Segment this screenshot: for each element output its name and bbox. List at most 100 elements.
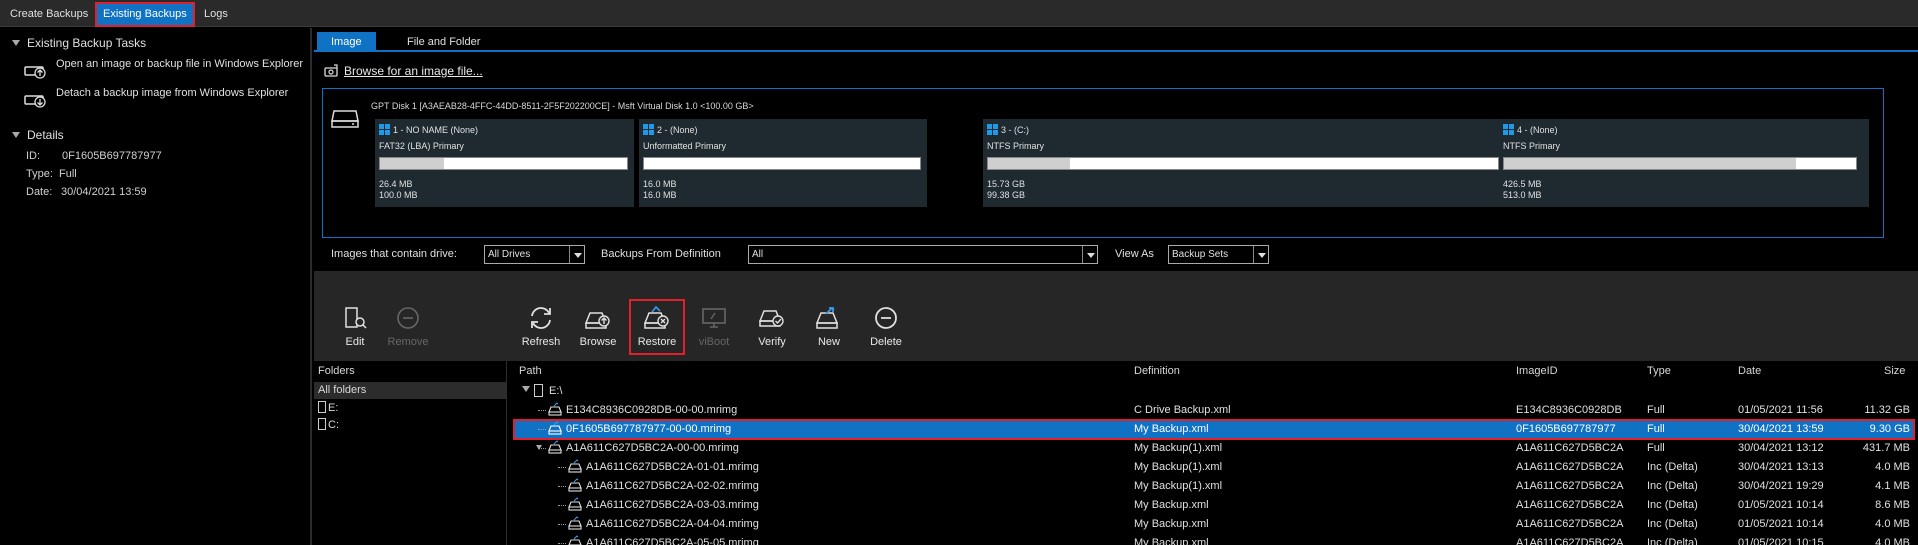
restore-icon xyxy=(644,305,669,329)
partition-2[interactable]: 2 - (None) Unformatted Primary 16.0 MB 1… xyxy=(639,119,927,207)
partition-4[interactable]: 4 - (None) NTFS Primary 426.5 MB 513.0 M… xyxy=(1499,119,1869,207)
chevron-down-icon[interactable] xyxy=(1253,246,1268,263)
new-label: New xyxy=(817,336,840,348)
row-path: A1A611C627D5BC2A-02-02.mrimg xyxy=(586,480,759,492)
open-image-task[interactable]: Open an image or backup file in Windows … xyxy=(24,57,314,83)
details-header-label: Details xyxy=(27,128,64,142)
definition-filter-value: All xyxy=(752,249,764,260)
col-date[interactable]: Date xyxy=(1738,365,1761,377)
row-type: Inc (Delta) xyxy=(1647,461,1698,473)
refresh-button[interactable]: Refresh xyxy=(515,301,567,353)
partition-name: 3 - (C:) xyxy=(1001,125,1029,135)
table-row[interactable]: 0F1605B697787977-00-00.mrimg My Backup.xm… xyxy=(513,419,1915,440)
restore-button[interactable]: Restore xyxy=(629,299,685,355)
definition-filter-select[interactable]: All xyxy=(748,245,1098,264)
tree-connector xyxy=(558,524,566,525)
chevron-down-icon[interactable] xyxy=(1082,246,1097,263)
folder-e[interactable]: E: xyxy=(318,401,338,414)
disk-panel: GPT Disk 1 [A3AEAB28-4FFC-44DD-8511-2F5F… xyxy=(322,88,1884,238)
tasks-section-header[interactable]: Existing Backup Tasks xyxy=(12,36,146,50)
tab-existing-backups[interactable]: Existing Backups xyxy=(95,2,195,27)
row-definition: My Backup.xml xyxy=(1134,423,1209,435)
details-section-header[interactable]: Details xyxy=(12,128,64,142)
col-type[interactable]: Type xyxy=(1647,365,1671,377)
table-row[interactable]: A1A611C627D5BC2A-00-00.mrimg My Backup(1)… xyxy=(514,439,1914,458)
collapse-icon[interactable] xyxy=(12,40,20,46)
col-path[interactable]: Path xyxy=(519,365,542,377)
usage-fill xyxy=(1504,158,1797,169)
tab-logs[interactable]: Logs xyxy=(198,4,234,25)
browse-button[interactable]: Browse xyxy=(572,301,624,353)
row-date: 01/05/2021 10:14 xyxy=(1738,518,1824,530)
new-button[interactable]: New xyxy=(803,301,855,353)
sub-tab-bar: Image File and Folder xyxy=(314,28,1918,52)
table-row[interactable]: A1A611C627D5BC2A-01-01.mrimg My Backup(1)… xyxy=(514,458,1914,477)
tree-connector xyxy=(538,410,546,411)
tab-file-and-folder[interactable]: File and Folder xyxy=(393,32,494,52)
detail-date: Date: 30/04/2021 13:59 xyxy=(26,186,147,198)
drive-filter-label: Images that contain drive: xyxy=(331,248,457,260)
row-path: 0F1605B697787977-00-00.mrimg xyxy=(566,423,732,435)
tree-connector xyxy=(538,429,546,430)
partition-used: 26.4 MB xyxy=(379,179,413,189)
tree-connector xyxy=(558,505,566,506)
browse-icon xyxy=(585,312,610,329)
col-imageid[interactable]: ImageID xyxy=(1516,365,1558,377)
usage-bar xyxy=(1503,157,1857,170)
tree-connector xyxy=(558,543,566,544)
row-type: Full xyxy=(1647,404,1665,416)
expand-icon[interactable] xyxy=(522,386,530,392)
col-size[interactable]: Size xyxy=(1884,365,1905,377)
row-path: A1A611C627D5BC2A-05-05.mrimg xyxy=(586,537,759,545)
hard-disk-icon xyxy=(331,110,359,128)
remove-button[interactable]: Remove xyxy=(382,301,434,353)
detail-key: Type: xyxy=(26,168,53,180)
partition-type: NTFS Primary xyxy=(987,141,1044,151)
delete-button[interactable]: Delete xyxy=(860,301,912,353)
row-path: A1A611C627D5BC2A-00-00.mrimg xyxy=(566,442,739,454)
row-date: 30/04/2021 19:29 xyxy=(1738,480,1824,492)
filter-bar: Images that contain drive: All Drives Ba… xyxy=(314,241,1918,271)
table-row[interactable]: A1A611C627D5BC2A-05-05.mrimg My Backup.xm… xyxy=(514,534,1914,545)
row-definition: My Backup(1).xml xyxy=(1134,480,1223,492)
chevron-down-icon[interactable] xyxy=(569,246,584,263)
table-row[interactable]: A1A611C627D5BC2A-04-04.mrimg My Backup.xm… xyxy=(514,515,1914,534)
image-file-icon xyxy=(568,459,582,473)
tasks-header-label: Existing Backup Tasks xyxy=(27,36,147,50)
viboot-icon xyxy=(702,308,726,328)
folder-label: E: xyxy=(328,402,339,414)
drive-filter-select[interactable]: All Drives xyxy=(484,245,585,264)
folder-c[interactable]: C: xyxy=(318,418,339,431)
partition-1[interactable]: 1 - NO NAME (None) FAT32 (LBA) Primary 2… xyxy=(375,119,634,207)
folder-all[interactable]: All folders xyxy=(314,382,507,399)
tab-image[interactable]: Image xyxy=(317,32,376,52)
viboot-button[interactable]: viBoot xyxy=(688,301,740,353)
tab-create-backups[interactable]: Create Backups xyxy=(4,4,94,25)
row-date: 30/04/2021 13:12 xyxy=(1738,442,1824,454)
edit-icon xyxy=(345,307,367,329)
table-row[interactable]: E134C8936C0928DB-00-00.mrimg C Drive Back… xyxy=(514,401,1914,420)
view-as-value: Backup Sets xyxy=(1172,249,1229,260)
table-row[interactable]: A1A611C627D5BC2A-03-03.mrimg My Backup.xm… xyxy=(514,496,1914,515)
row-imageid: A1A611C627D5BC2A xyxy=(1516,518,1624,530)
view-as-select[interactable]: Backup Sets xyxy=(1168,245,1269,264)
verify-button[interactable]: Verify xyxy=(746,301,798,353)
disk-header: GPT Disk 1 [A3AEAB28-4FFC-44DD-8511-2F5F… xyxy=(371,101,754,111)
edit-button[interactable]: Edit xyxy=(329,301,381,353)
row-size: 4.1 MB xyxy=(1875,480,1910,492)
row-size: 4.0 MB xyxy=(1875,537,1910,545)
tree-root-row[interactable]: E:\ xyxy=(514,382,1914,401)
partition-3[interactable]: 3 - (C:) NTFS Primary 15.73 GB 99.38 GB xyxy=(983,119,1515,207)
remove-label: Remove xyxy=(387,336,429,348)
detach-image-task[interactable]: Detach a backup image from Windows Explo… xyxy=(24,86,314,112)
windows-icon xyxy=(1503,124,1514,135)
table-row[interactable]: A1A611C627D5BC2A-02-02.mrimg My Backup(1)… xyxy=(514,477,1914,496)
viboot-label: viBoot xyxy=(698,336,730,348)
collapse-icon[interactable] xyxy=(12,132,20,138)
windows-icon xyxy=(643,124,654,135)
folder-label: C: xyxy=(328,419,339,431)
expand-icon[interactable] xyxy=(536,445,542,450)
partition-name: 2 - (None) xyxy=(657,125,698,135)
col-definition[interactable]: Definition xyxy=(1134,365,1180,377)
row-imageid: A1A611C627D5BC2A xyxy=(1516,461,1624,473)
